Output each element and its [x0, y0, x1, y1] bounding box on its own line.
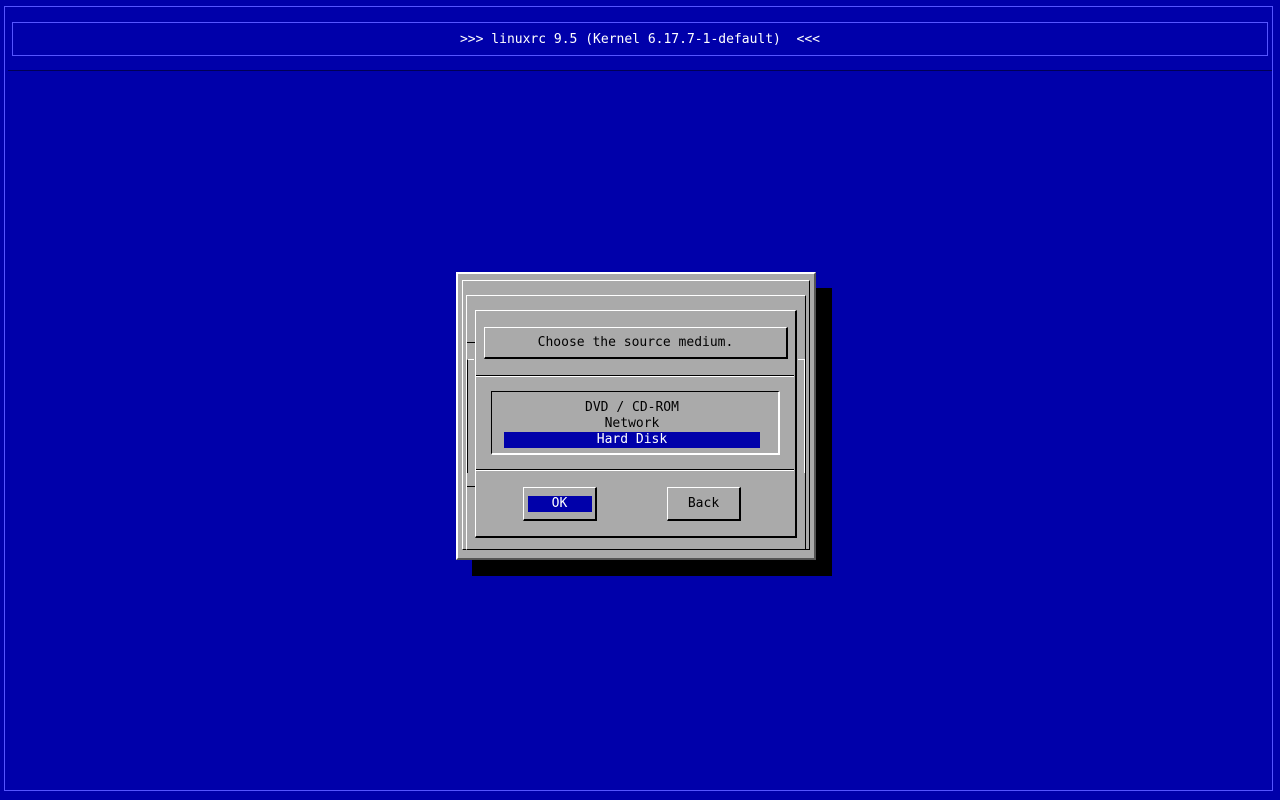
- background-dialog-2-fragment: [467, 359, 474, 473]
- ok-button[interactable]: OK: [523, 487, 597, 521]
- list-item-hard-disk[interactable]: Hard Disk: [504, 432, 760, 448]
- dialog-separator: [476, 375, 794, 377]
- dialog-prompt: Choose the source medium.: [537, 335, 734, 350]
- dialog-prompt-box: Choose the source medium.: [484, 327, 788, 359]
- linuxrc-screen: >>> linuxrc 9.5 (Kernel 6.17.7-1-default…: [0, 0, 1280, 800]
- back-button[interactable]: Back: [667, 487, 741, 521]
- back-button-label: Back: [687, 496, 720, 511]
- ok-button-label: OK: [527, 495, 592, 512]
- source-medium-dialog: Choose the source medium. DVD / CD-ROM N…: [475, 310, 797, 538]
- title-bar: >>> linuxrc 9.5 (Kernel 6.17.7-1-default…: [12, 22, 1268, 56]
- title-separator: [8, 70, 1272, 71]
- source-medium-list[interactable]: DVD / CD-ROM Network Hard Disk: [491, 391, 780, 455]
- list-item-network[interactable]: Network: [504, 416, 760, 432]
- background-dialog-2-fragment: [798, 359, 805, 473]
- dialog-separator: [476, 469, 794, 471]
- window-title: >>> linuxrc 9.5 (Kernel 6.17.7-1-default…: [459, 31, 821, 47]
- list-item-dvd[interactable]: DVD / CD-ROM: [504, 400, 760, 416]
